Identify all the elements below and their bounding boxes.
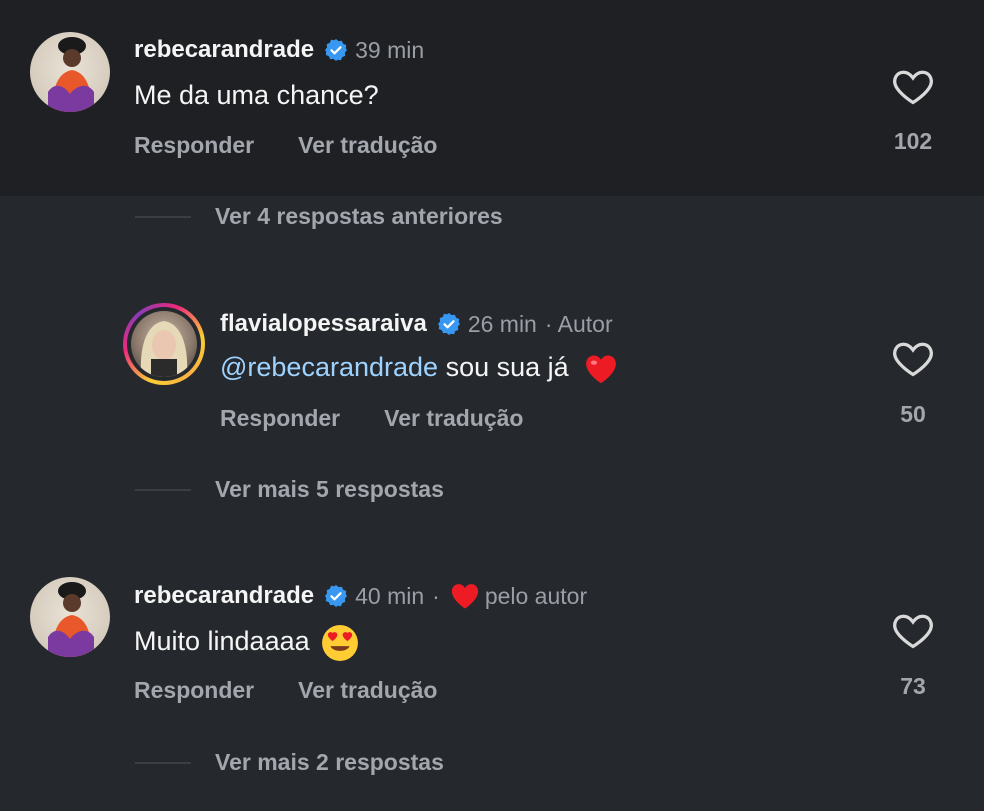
verified-badge-icon	[437, 313, 460, 335]
username[interactable]: rebecarandrade	[134, 36, 314, 64]
thread-line	[135, 216, 191, 218]
thread-line	[135, 762, 191, 764]
heart-outline-icon[interactable]	[891, 336, 935, 380]
story-ring[interactable]	[123, 303, 205, 385]
liked-by-author-heart-icon	[451, 584, 478, 609]
mention-link[interactable]: @rebecarandrade	[220, 352, 438, 382]
reply-button[interactable]: Responder	[134, 132, 254, 159]
heart-outline-icon[interactable]	[891, 64, 935, 108]
heart-outline-icon[interactable]	[891, 608, 935, 652]
liked-by-author-label: pelo autor	[484, 582, 588, 609]
view-more-replies-button[interactable]: Ver mais 2 respostas	[215, 749, 444, 776]
timestamp: 26 min	[467, 310, 537, 337]
username[interactable]: flavialopessaraiva	[220, 310, 427, 338]
like-count: 73	[900, 673, 926, 699]
comment-text: Me da uma chance?	[134, 80, 379, 110]
reply-button[interactable]: Responder	[220, 405, 340, 432]
username[interactable]: rebecarandrade	[134, 582, 314, 610]
translate-button[interactable]: Ver tradução	[298, 132, 437, 159]
avatar[interactable]	[30, 32, 110, 112]
verified-badge-icon	[325, 585, 348, 607]
view-previous-replies-button[interactable]: Ver 4 respostas anteriores	[215, 203, 503, 230]
verified-badge-icon	[325, 39, 348, 61]
comment-text: Muito lindaaaa	[134, 626, 310, 657]
timestamp: 40 min	[355, 582, 425, 609]
red-heart-emoji	[586, 355, 617, 384]
translate-button[interactable]: Ver tradução	[384, 405, 523, 432]
translate-button[interactable]: Ver tradução	[298, 677, 437, 704]
like-count: 50	[900, 401, 926, 427]
timestamp: 39 min	[355, 36, 425, 63]
comment-text: sou sua já	[445, 352, 569, 382]
like-count: 102	[893, 128, 933, 154]
avatar	[131, 311, 197, 377]
avatar[interactable]	[30, 577, 110, 657]
reply-button[interactable]: Responder	[134, 677, 254, 704]
heart-eyes-emoji	[322, 625, 359, 661]
thread-line	[135, 489, 191, 491]
separator: ·	[432, 582, 440, 609]
view-more-replies-button[interactable]: Ver mais 5 respostas	[215, 476, 444, 503]
author-tag: · Autor	[544, 310, 613, 337]
